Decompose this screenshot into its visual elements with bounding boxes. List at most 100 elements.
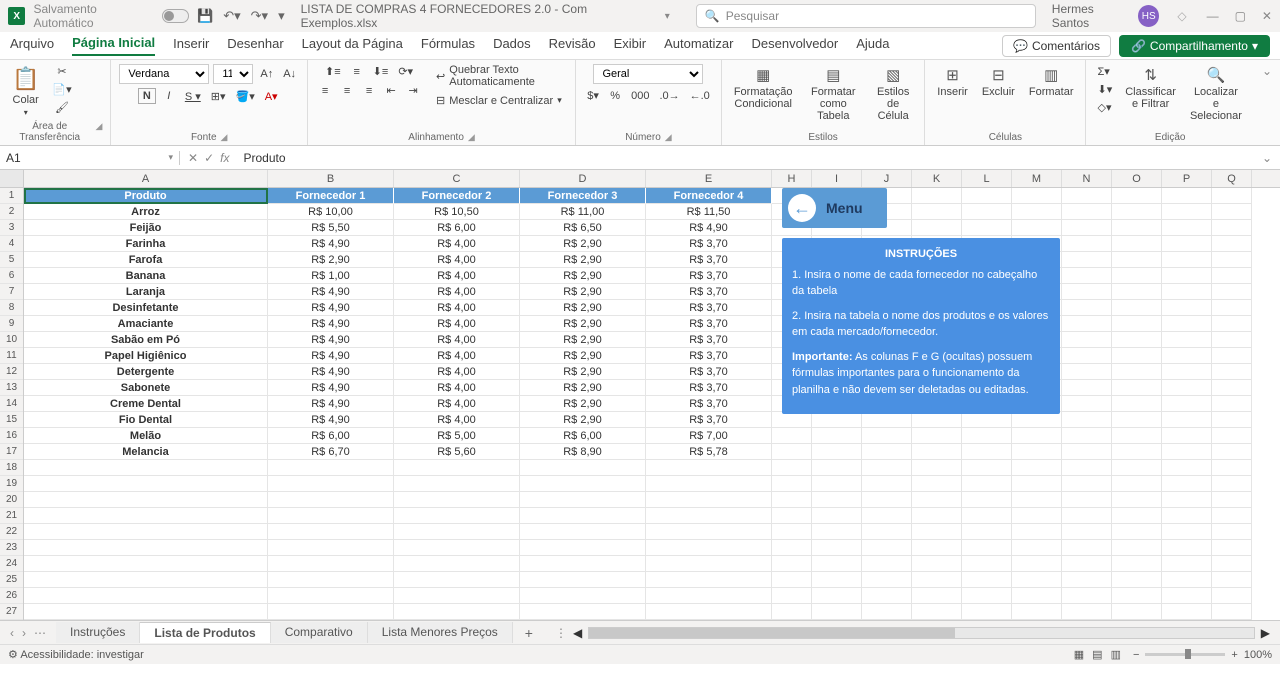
cell[interactable]: Fornecedor 4	[646, 188, 772, 204]
cell[interactable]	[1012, 604, 1062, 620]
cell[interactable]	[1112, 604, 1162, 620]
cell[interactable]	[772, 556, 812, 572]
cell[interactable]	[1062, 348, 1112, 364]
cell[interactable]	[862, 540, 912, 556]
cell[interactable]	[1162, 396, 1212, 412]
cell[interactable]	[812, 476, 862, 492]
col-header-C[interactable]: C	[394, 170, 520, 187]
comma-icon[interactable]: 000	[628, 89, 652, 103]
conditional-format-button[interactable]: ▦Formatação Condicional	[730, 64, 797, 112]
cell[interactable]	[1112, 556, 1162, 572]
cell[interactable]: Detergente	[24, 364, 268, 380]
row-header[interactable]: 4	[0, 236, 23, 252]
cell[interactable]	[862, 428, 912, 444]
cancel-formula-icon[interactable]: ✕	[188, 151, 198, 165]
cell[interactable]	[1062, 220, 1112, 236]
tab-dados[interactable]: Dados	[493, 36, 531, 55]
cell[interactable]	[1112, 188, 1162, 204]
tab-revisao[interactable]: Revisão	[549, 36, 596, 55]
col-header-Q[interactable]: Q	[1212, 170, 1252, 187]
cell[interactable]	[1162, 284, 1212, 300]
bold-button[interactable]: N	[138, 88, 156, 104]
cell[interactable]	[962, 460, 1012, 476]
cell[interactable]	[812, 460, 862, 476]
cell[interactable]	[772, 524, 812, 540]
cell[interactable]	[1112, 316, 1162, 332]
cell[interactable]: R$ 2,90	[520, 316, 646, 332]
cell[interactable]	[646, 588, 772, 604]
cell[interactable]	[772, 588, 812, 604]
cell[interactable]	[912, 412, 962, 428]
cell[interactable]	[1162, 236, 1212, 252]
col-header-P[interactable]: P	[1162, 170, 1212, 187]
cell[interactable]: R$ 2,90	[520, 364, 646, 380]
cell[interactable]	[1212, 220, 1252, 236]
cell[interactable]	[1212, 604, 1252, 620]
cell[interactable]	[646, 508, 772, 524]
format-as-table-button[interactable]: ▤Formatar como Tabela	[803, 64, 865, 124]
cell[interactable]: R$ 4,90	[268, 316, 394, 332]
cell[interactable]	[1112, 588, 1162, 604]
col-header-N[interactable]: N	[1062, 170, 1112, 187]
cell[interactable]: R$ 4,90	[268, 332, 394, 348]
qat-dropdown-icon[interactable]: ▾	[278, 8, 285, 24]
decrease-indent-icon[interactable]: ⇤	[382, 83, 400, 98]
cell[interactable]	[912, 604, 962, 620]
formula-input[interactable]: Produto	[237, 151, 1253, 165]
cell[interactable]	[1112, 380, 1162, 396]
row-header[interactable]: 3	[0, 220, 23, 236]
number-format-select[interactable]: Geral	[593, 64, 703, 84]
row-header[interactable]: 14	[0, 396, 23, 412]
cell[interactable]: R$ 11,00	[520, 204, 646, 220]
cell[interactable]	[1012, 428, 1062, 444]
cell[interactable]	[1062, 444, 1112, 460]
cell[interactable]	[394, 588, 520, 604]
cell[interactable]	[1062, 252, 1112, 268]
cell[interactable]: R$ 4,00	[394, 412, 520, 428]
zoom-control[interactable]: − + 100%	[1133, 649, 1272, 661]
tab-layout[interactable]: Layout da Página	[302, 36, 403, 55]
cell[interactable]	[394, 508, 520, 524]
tab-desenvolvedor[interactable]: Desenvolvedor	[752, 36, 839, 55]
cell[interactable]	[1212, 396, 1252, 412]
cell[interactable]	[520, 476, 646, 492]
cell[interactable]	[24, 524, 268, 540]
cell[interactable]	[962, 524, 1012, 540]
cell[interactable]: R$ 2,90	[520, 396, 646, 412]
row-header[interactable]: 18	[0, 460, 23, 476]
cell[interactable]: R$ 6,70	[268, 444, 394, 460]
cell[interactable]: R$ 3,70	[646, 268, 772, 284]
cell[interactable]	[912, 492, 962, 508]
cell[interactable]: R$ 6,50	[520, 220, 646, 236]
minimize-icon[interactable]: —	[1207, 9, 1219, 23]
cell[interactable]	[1162, 604, 1212, 620]
cell[interactable]	[1212, 300, 1252, 316]
cell[interactable]	[1212, 364, 1252, 380]
cell[interactable]: R$ 6,00	[394, 220, 520, 236]
cell[interactable]	[520, 540, 646, 556]
cell[interactable]	[1212, 252, 1252, 268]
cell[interactable]	[520, 556, 646, 572]
cell[interactable]	[812, 524, 862, 540]
cut-icon[interactable]: ✂	[53, 64, 71, 79]
cell[interactable]: R$ 4,00	[394, 236, 520, 252]
cell[interactable]: R$ 2,90	[268, 252, 394, 268]
cell[interactable]	[912, 444, 962, 460]
cell[interactable]	[394, 460, 520, 476]
cell[interactable]	[268, 604, 394, 620]
cell[interactable]	[912, 572, 962, 588]
row-header[interactable]: 26	[0, 588, 23, 604]
cell[interactable]: R$ 3,70	[646, 316, 772, 332]
cell[interactable]	[1212, 540, 1252, 556]
zoom-in-icon[interactable]: +	[1231, 649, 1237, 661]
scroll-right-icon[interactable]: ▶	[1261, 626, 1270, 640]
cell[interactable]	[862, 524, 912, 540]
cell[interactable]	[1212, 428, 1252, 444]
sheet-tab-instrucoes[interactable]: Instruções	[56, 622, 140, 643]
cell[interactable]	[812, 412, 862, 428]
cell[interactable]	[862, 412, 912, 428]
zoom-level[interactable]: 100%	[1244, 649, 1272, 661]
cell[interactable]	[912, 476, 962, 492]
dialog-launcher-icon[interactable]: ◢	[95, 121, 102, 143]
cell[interactable]	[1212, 524, 1252, 540]
